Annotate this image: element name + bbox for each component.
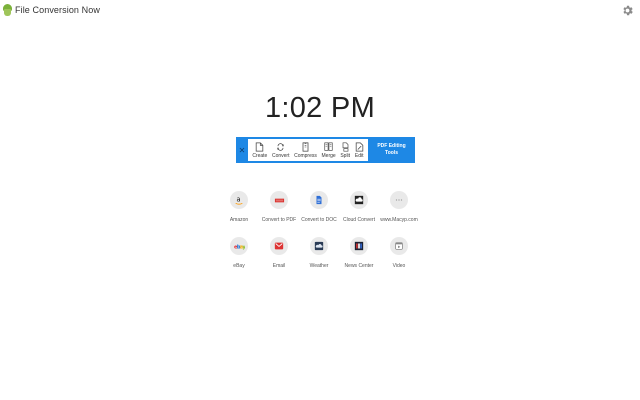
edit-label: Edit [354,152,364,159]
pdf-toolbar: ✕ Create Convert Compress Merge Split Ed… [236,137,415,163]
shortcut-amazon[interactable]: a Amazon [219,188,259,223]
video-icon [390,237,408,255]
shortcut-label: Convert to DOC [301,217,337,223]
shortcut-label: www.Macyp.com [380,217,418,223]
merge-label: Merge [321,152,336,159]
compress-button[interactable]: Compress [294,141,317,159]
shortcut-grid: a Amazon Convert to PDF Convert to DOC C… [219,188,419,269]
shortcut-label: Email [272,263,286,269]
svg-text:a: a [237,196,241,204]
clock-time: 1:02 PM [264,92,376,124]
brand: File Conversion Now [3,3,100,17]
shortcut-label: Convert to PDF [261,217,297,223]
split-icon [342,142,349,151]
toolbar-close-button[interactable]: ✕ [236,137,248,163]
ebay-icon: e b a y [230,237,248,255]
compress-label: Compress [294,152,317,159]
shortcut-label: Cloud Convert [343,217,375,223]
edit-button[interactable]: Edit [354,141,364,159]
compress-icon [302,141,309,152]
convert-label: Convert [271,152,290,159]
shortcut-ebay[interactable]: e b a y eBay [219,234,259,269]
cup-icon [3,4,12,16]
convert-button[interactable]: Convert [271,142,290,159]
shortcut-label: Weather [309,263,329,269]
create-label: Create [252,152,268,159]
gear-icon[interactable] [621,4,634,17]
shortcut-macyp[interactable]: www.Macyp.com [379,188,419,223]
weather-icon [310,237,328,255]
shortcut-label: eBay [233,263,245,269]
toolbar-title-line1: PDF Editing [377,143,406,149]
website-icon [390,191,408,209]
app-title: File Conversion Now [15,5,100,15]
shortcut-label: Amazon [229,217,249,223]
create-button[interactable]: Create [252,141,268,159]
split-label: Split [340,152,351,159]
doc-icon [310,191,328,209]
pdf-editing-tools-title[interactable]: PDF Editing Tools [368,137,415,163]
shortcut-label: News Center [344,263,374,269]
shortcut-cloud-convert[interactable]: Cloud Convert [339,188,379,223]
merge-icon [324,142,333,151]
news-icon [350,237,368,255]
toolbar-title-line2: Tools [385,150,398,156]
pdf-icon [270,191,288,209]
shortcut-weather[interactable]: Weather [299,234,339,269]
email-icon [270,237,288,255]
shortcut-news-center[interactable]: News Center [339,234,379,269]
shortcut-convert-to-doc[interactable]: Convert to DOC [299,188,339,223]
merge-button[interactable]: Merge [322,142,336,159]
split-button[interactable]: Split [340,142,350,159]
create-file-icon [256,141,264,152]
svg-text:y: y [242,244,245,250]
shortcut-label: Video [392,263,406,269]
shortcut-video[interactable]: Video [379,234,419,269]
convert-icon [277,142,285,151]
toolbar-tools: Create Convert Compress Merge Split Edit [248,139,368,161]
cloud-convert-icon [350,191,368,209]
edit-icon [355,141,363,152]
shortcut-email[interactable]: Email [259,234,299,269]
shortcut-convert-to-pdf[interactable]: Convert to PDF [259,188,299,223]
amazon-icon: a [230,191,248,209]
